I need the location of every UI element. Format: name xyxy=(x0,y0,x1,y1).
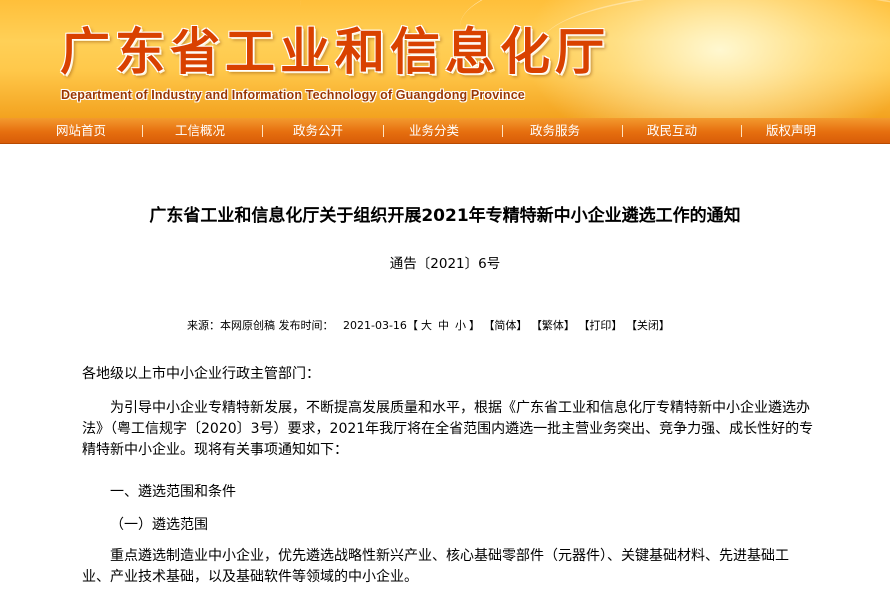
date-label: 发布时间： xyxy=(278,319,334,332)
source-label: 来源： xyxy=(187,319,220,332)
font-size-large-link[interactable]: 大 xyxy=(421,319,432,332)
print-link[interactable]: 【打印】 xyxy=(578,319,622,332)
close-link[interactable]: 【关闭】 xyxy=(626,319,670,332)
font-size-close-bracket: 】 xyxy=(468,319,480,332)
nav-separator xyxy=(383,125,384,137)
site-title: 广东省工业和信息化厅 xyxy=(60,23,610,81)
nav-item-overview[interactable]: 工信概况 xyxy=(175,118,225,143)
nav-item-business-category[interactable]: 业务分类 xyxy=(409,118,459,143)
section-heading-1: 一、遴选范围和条件 xyxy=(110,484,236,500)
document-number: 通告〔2021〕6号 xyxy=(389,256,501,272)
publish-date: 2021-03-16 xyxy=(343,319,407,332)
source-value: 本网原创稿 xyxy=(220,319,275,332)
nav-separator xyxy=(741,125,742,137)
intro-paragraph: 为引导中小企业专精特新发展，不断提高发展质量和水平，根据《广东省工业和信息化厅专… xyxy=(82,400,814,458)
subsection-heading-1: （一）遴选范围 xyxy=(110,517,208,533)
header-banner: 广东省工业和信息化厅 Department of Industry and In… xyxy=(0,0,890,118)
salutation: 各地级以上市中小企业行政主管部门： xyxy=(82,366,320,382)
nav-separator xyxy=(622,125,623,137)
nav-separator xyxy=(262,125,263,137)
font-size-controls: 大中小 xyxy=(418,319,469,332)
font-size-small-link[interactable]: 小 xyxy=(455,319,466,332)
font-size-medium-link[interactable]: 中 xyxy=(438,319,449,332)
nav-separator xyxy=(502,125,503,137)
nav-item-public-affairs[interactable]: 政务公开 xyxy=(293,118,343,143)
site-subtitle-en: Department of Industry and Information T… xyxy=(61,88,525,102)
nav-separator xyxy=(142,125,143,137)
nav-item-public-interaction[interactable]: 政民互动 xyxy=(647,118,697,143)
nav-item-home[interactable]: 网站首页 xyxy=(56,118,106,143)
nav-item-government-services[interactable]: 政务服务 xyxy=(530,118,580,143)
article-meta: 来源：本网原创稿 发布时间： 2021-03-16【大中小】 【简体】 【繁体】… xyxy=(187,318,670,334)
traditional-chinese-link[interactable]: 【繁体】 xyxy=(531,319,575,332)
main-nav: 网站首页 工信概况 政务公开 业务分类 政务服务 政民互动 版权声明 xyxy=(0,118,890,144)
simplified-chinese-link[interactable]: 【简体】 xyxy=(483,319,527,332)
article-title: 广东省工业和信息化厅关于组织开展2021年专精特新中小企业遴选工作的通知 xyxy=(149,206,741,226)
scope-paragraph: 重点遴选制造业中小企业，优先遴选战略性新兴产业、核心基础零部件（元器件）、关键基… xyxy=(82,548,789,585)
nav-item-copyright[interactable]: 版权声明 xyxy=(766,118,816,143)
font-size-open-bracket: 【 xyxy=(406,319,418,332)
